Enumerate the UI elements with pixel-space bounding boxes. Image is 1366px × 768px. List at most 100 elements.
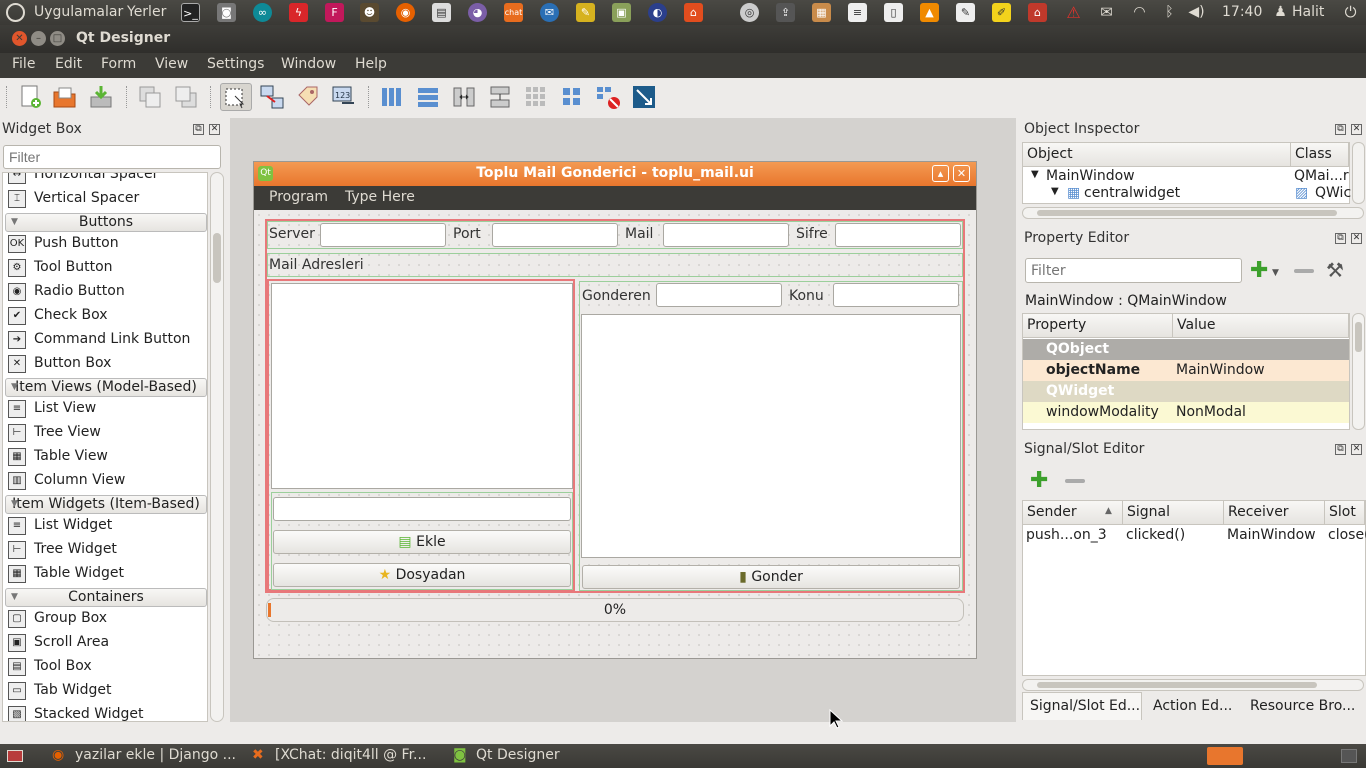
float-panel-icon[interactable]: ⧉ — [193, 124, 204, 135]
layout-h-splitter-icon[interactable] — [450, 83, 478, 111]
edit-signals-slots-icon[interactable] — [258, 83, 286, 111]
menu-window[interactable]: Window — [281, 56, 336, 72]
task-firefox[interactable]: yazilar ekle | Django ... — [75, 747, 236, 763]
widget-item-list-widget[interactable]: ≡ List Widget — [3, 514, 207, 538]
filezilla-icon[interactable]: ϟ — [289, 3, 308, 22]
image-viewer-icon[interactable]: ▤ — [432, 3, 451, 22]
widget-item-tree-widget[interactable]: ⊢ Tree Widget — [3, 538, 207, 562]
mail-icon[interactable]: ✉ — [1097, 3, 1116, 22]
widget-item-horizontal-spacer[interactable]: ↔ Horizontal Spacer — [3, 173, 207, 187]
text-editor-icon[interactable]: ✎ — [956, 3, 975, 22]
gonder-button[interactable]: ▮ Gonder — [582, 565, 960, 589]
connection-hscrollbar[interactable] — [1022, 679, 1364, 691]
widget-item-stacked-widget[interactable]: ▧ Stacked Widget — [3, 703, 207, 721]
flashcard-icon[interactable]: F — [325, 3, 344, 22]
chevron-down-icon[interactable]: ▼ — [1272, 268, 1279, 278]
signal-column-header[interactable]: Signal — [1123, 501, 1224, 525]
task-xchat[interactable]: [XChat: diqit4ll @ Fr... — [275, 747, 426, 763]
game-icon[interactable]: ☻ — [360, 3, 379, 22]
objectname-value[interactable]: MainWindow — [1176, 362, 1265, 378]
arduino-icon[interactable]: ∞ — [253, 3, 272, 22]
close-panel-icon[interactable]: ✕ — [1351, 124, 1362, 135]
close-panel-icon[interactable]: ✕ — [1351, 233, 1362, 244]
property-table-vscrollbar[interactable] — [1352, 313, 1365, 430]
edit-buddies-icon[interactable] — [294, 83, 322, 111]
widget-item-column-view[interactable]: ▥ Column View — [3, 469, 207, 493]
pidgin-icon[interactable]: ◕ — [468, 3, 487, 22]
break-layout-icon[interactable] — [594, 83, 622, 111]
clock[interactable]: 17:40 — [1222, 4, 1262, 20]
add-connection-icon[interactable]: ✚ — [1030, 468, 1048, 493]
value-column-header[interactable]: Value — [1173, 314, 1349, 338]
mail-input[interactable] — [663, 223, 789, 247]
add-address-input[interactable] — [273, 497, 571, 521]
dosyadan-button[interactable]: ★ Dosyadan — [273, 563, 571, 587]
user-menu[interactable]: Halit — [1292, 4, 1324, 20]
widget-item-push-button[interactable]: OK Push Button — [3, 232, 207, 256]
port-input[interactable] — [492, 223, 618, 247]
layout-horizontal-icon[interactable] — [378, 83, 406, 111]
server-input[interactable] — [320, 223, 446, 247]
open-form-icon[interactable] — [51, 83, 79, 111]
terminal-icon[interactable]: >_ — [181, 3, 200, 22]
float-panel-icon[interactable]: ⧉ — [1335, 124, 1346, 135]
xchat-icon[interactable]: chat — [504, 3, 523, 22]
workspace-switcher[interactable] — [1207, 747, 1243, 765]
widget-item-check-box[interactable]: ✔ Check Box — [3, 304, 207, 328]
konu-input[interactable] — [833, 283, 959, 307]
ekle-button[interactable]: ▤ Ekle — [273, 530, 571, 554]
remote-icon[interactable]: ▯ — [884, 3, 903, 22]
widget-category-item-views-model-based[interactable]: ▼ Item Views (Model-Based) — [5, 378, 207, 397]
remove-connection-icon[interactable] — [1065, 479, 1085, 483]
tab-signal-slot-label[interactable]: Signal/Slot Ed... — [1030, 698, 1140, 714]
widget-item-tab-widget[interactable]: ▭ Tab Widget — [3, 679, 207, 703]
disc-icon[interactable]: ◎ — [740, 3, 759, 22]
wifi-icon[interactable]: ◠ — [1130, 3, 1149, 22]
menu-file[interactable]: File — [12, 56, 35, 72]
bring-front-icon[interactable] — [172, 83, 200, 111]
power-icon[interactable]: ⏻ — [1341, 3, 1360, 22]
sender-column-header[interactable]: Sender ▲ — [1023, 501, 1123, 525]
object-column-header[interactable]: Object — [1023, 143, 1291, 167]
scroll-thumb[interactable] — [1037, 210, 1337, 216]
archive-icon[interactable]: ▣ — [612, 3, 631, 22]
widget-item-radio-button[interactable]: ◉ Radio Button — [3, 280, 207, 304]
close-window-button[interactable]: ✕ — [12, 31, 27, 46]
remove-property-icon[interactable] — [1294, 269, 1314, 273]
apps-menu[interactable]: Uygulamalar — [34, 4, 123, 20]
widget-category-containers[interactable]: ▼ Containers — [5, 588, 207, 607]
package-icon[interactable]: ▦ — [812, 3, 831, 22]
widget-filter-input[interactable] — [3, 145, 221, 169]
sifre-input[interactable] — [835, 223, 961, 247]
layout-grid-icon[interactable] — [558, 83, 586, 111]
home-icon[interactable]: ⌂ — [1028, 3, 1047, 22]
widget-category-item-widgets-item-based[interactable]: ▼ Item Widgets (Item-Based) — [5, 495, 207, 514]
gimp-icon[interactable]: ✎ — [576, 3, 595, 22]
menu-settings[interactable]: Settings — [207, 56, 264, 72]
widget-item-tool-box[interactable]: ▤ Tool Box — [3, 655, 207, 679]
gonderen-input[interactable] — [656, 283, 782, 307]
software-center-icon[interactable]: ⌂ — [684, 3, 703, 22]
object-tree-vscrollbar[interactable] — [1352, 142, 1365, 204]
qwidget-group-row[interactable]: QWidget — [1023, 381, 1349, 402]
expand-icon[interactable]: ▼ — [1051, 186, 1059, 197]
connection-sender[interactable]: push...on_3 — [1026, 527, 1107, 543]
connection-slot[interactable]: close( — [1328, 527, 1366, 543]
menu-view[interactable]: View — [155, 56, 188, 72]
firefox-icon[interactable]: ◉ — [396, 3, 415, 22]
user-icon[interactable]: ♟ — [1271, 3, 1290, 22]
widget-list-scrollbar[interactable] — [210, 172, 224, 722]
show-desktop-icon[interactable] — [7, 750, 23, 762]
property-column-header[interactable]: Property — [1023, 314, 1173, 338]
widget-item-tree-view[interactable]: ⊢ Tree View — [3, 421, 207, 445]
form-title-bar[interactable]: Qt Toplu Mail Gonderici - toplu_mail.ui … — [254, 162, 976, 186]
minimize-window-button[interactable]: – — [31, 31, 46, 46]
slot-column-header[interactable]: Slot — [1325, 501, 1365, 525]
property-filter-input[interactable] — [1025, 258, 1242, 283]
toolbar-handle[interactable] — [6, 86, 8, 108]
menu-edit[interactable]: Edit — [55, 56, 82, 72]
float-panel-icon[interactable]: ⧉ — [1335, 444, 1346, 455]
form-close-button[interactable]: ✕ — [953, 165, 970, 182]
menu-help[interactable]: Help — [355, 56, 387, 72]
send-back-icon[interactable] — [136, 83, 164, 111]
